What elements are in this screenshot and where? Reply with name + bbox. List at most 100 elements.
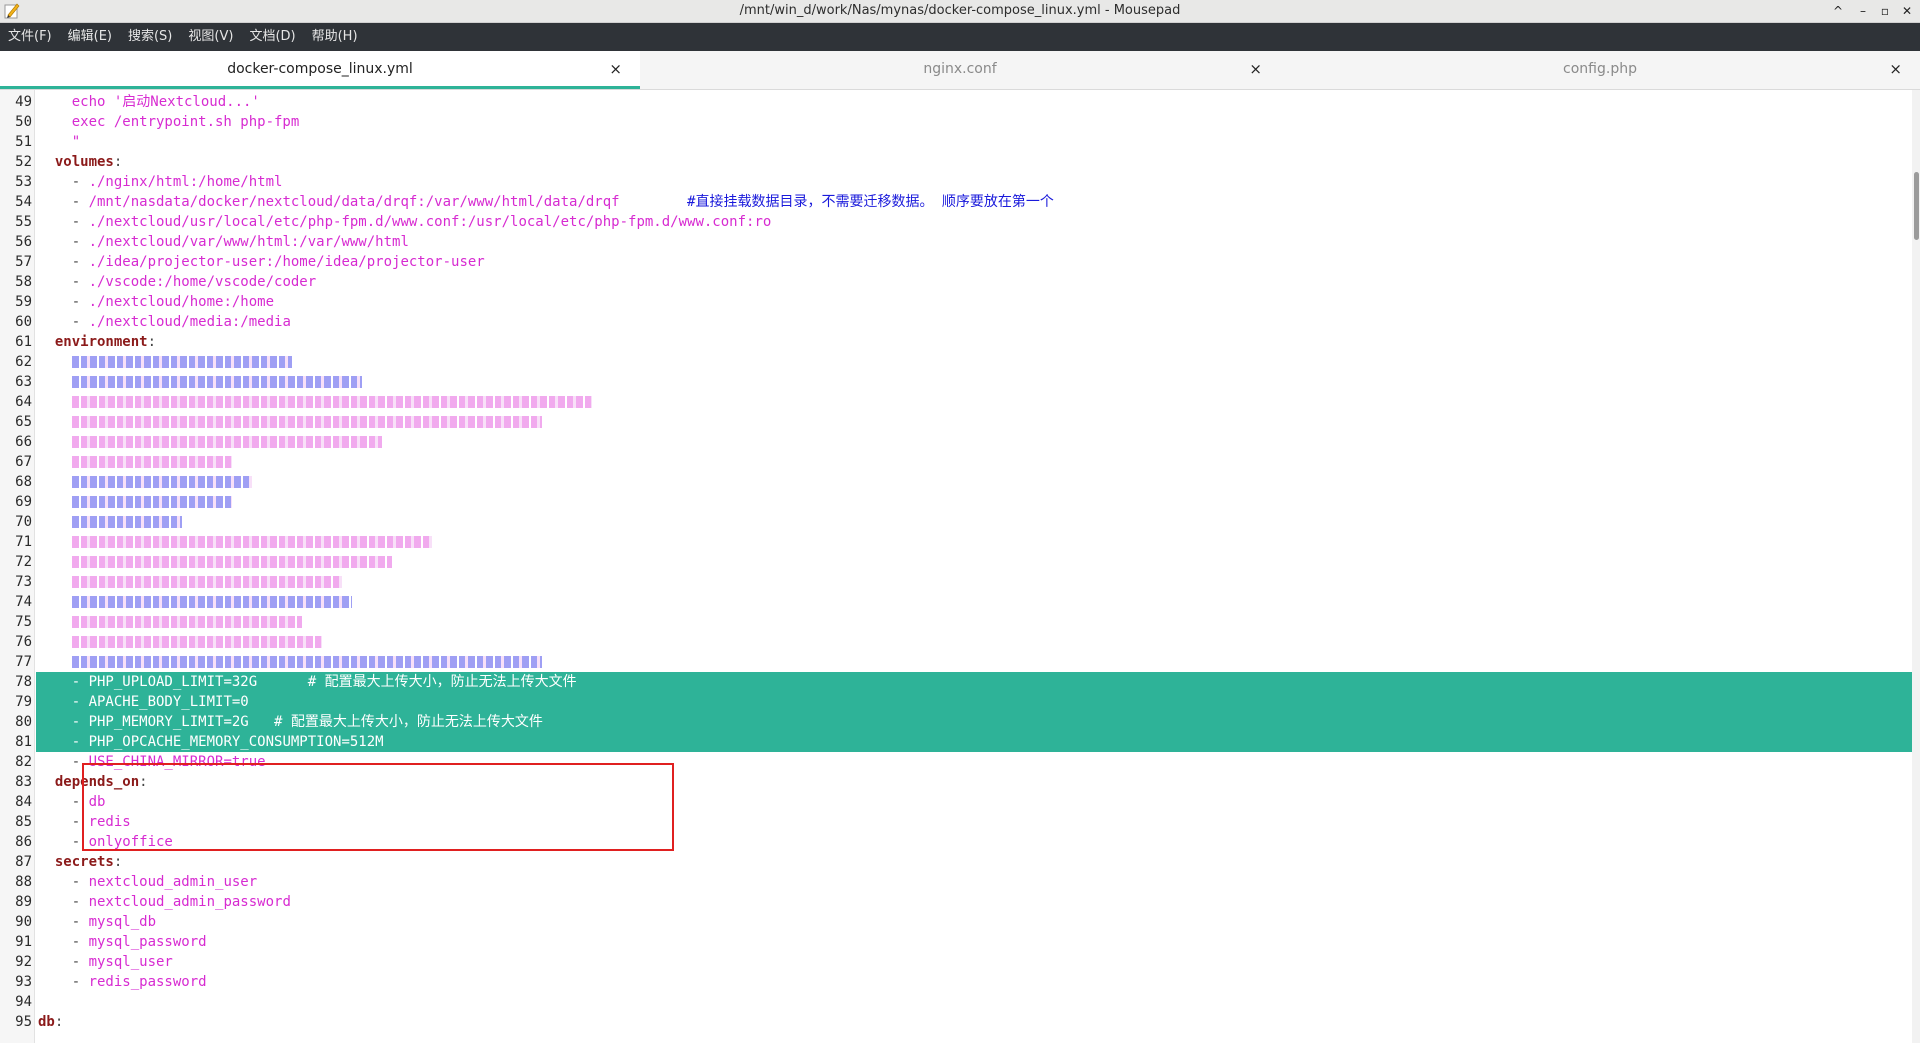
- code-line[interactable]: 80 - PHP_MEMORY_LIMIT=2G # 配置最大上传大小，防止无法…: [15, 712, 1912, 732]
- code-line[interactable]: 71: [0, 532, 1912, 552]
- token: mysql_db: [88, 914, 157, 930]
- code-line[interactable]: 84 - db: [0, 792, 1912, 812]
- code-line[interactable]: 69: [0, 492, 1912, 512]
- redacted-text: [71, 376, 362, 388]
- code-line[interactable]: 50 exec /entrypoint.sh php-fpm: [0, 112, 1912, 132]
- code-line[interactable]: 92 - mysql_user: [0, 952, 1912, 972]
- line-content: - ./vscode:/home/vscode/coder: [38, 272, 316, 292]
- code-line[interactable]: 85 - redis: [0, 812, 1912, 832]
- line-content: - /mnt/nasdata/docker/nextcloud/data/drq…: [38, 192, 1054, 212]
- redacted-text: [71, 456, 232, 468]
- token: -: [38, 914, 89, 930]
- menu-view[interactable]: 视图(V): [180, 23, 241, 51]
- line-number: 72: [15, 554, 32, 570]
- code-line[interactable]: 64: [0, 392, 1912, 412]
- minimize-button[interactable]: ^: [1828, 1, 1848, 21]
- code-line[interactable]: 81 - PHP_OPCACHE_MEMORY_CONSUMPTION=512M: [15, 732, 1912, 752]
- code-line[interactable]: 94: [0, 992, 1912, 1012]
- code-line[interactable]: 91 - mysql_password: [0, 932, 1912, 952]
- code-line[interactable]: 59 - ./nextcloud/home:/home: [0, 292, 1912, 312]
- line-number: 73: [15, 574, 32, 590]
- tab-close-icon[interactable]: ×: [609, 60, 622, 78]
- line-number: 64: [15, 394, 32, 410]
- line-number: 92: [15, 954, 32, 970]
- code-line[interactable]: 90 - mysql_db: [0, 912, 1912, 932]
- code-line[interactable]: 77: [0, 652, 1912, 672]
- token: db: [88, 794, 106, 810]
- scrollbar-thumb[interactable]: [1914, 172, 1919, 240]
- code-line[interactable]: 56 - ./nextcloud/var/www/html:/var/www/h…: [0, 232, 1912, 252]
- code-line[interactable]: 49 echo '启动Nextcloud...': [0, 92, 1912, 112]
- tab-close-icon[interactable]: ×: [1889, 60, 1902, 78]
- code-line[interactable]: 62: [0, 352, 1912, 372]
- code-line[interactable]: 55 - ./nextcloud/usr/local/etc/php-fpm.d…: [0, 212, 1912, 232]
- code-line[interactable]: 67: [0, 452, 1912, 472]
- line-number: 81: [15, 734, 32, 750]
- code-line[interactable]: 58 - ./vscode:/home/vscode/coder: [0, 272, 1912, 292]
- tab-nginx-conf[interactable]: nginx.conf ×: [640, 51, 1280, 89]
- restore-button[interactable]: ▫: [1875, 1, 1895, 21]
- code-line[interactable]: 54 - /mnt/nasdata/docker/nextcloud/data/…: [0, 192, 1912, 212]
- line-content: - nextcloud_admin_password: [38, 892, 291, 912]
- token: -: [38, 194, 89, 210]
- code-line[interactable]: 78 - PHP_UPLOAD_LIMIT=32G # 配置最大上传大小，防止无…: [15, 672, 1912, 692]
- text-editor[interactable]: 49 echo '启动Nextcloud...' 50 exec /entrypo…: [0, 90, 1920, 1043]
- code-line[interactable]: 89 - nextcloud_admin_password: [0, 892, 1912, 912]
- menu-help[interactable]: 帮助(H): [304, 23, 366, 51]
- line-number: 71: [15, 534, 32, 550]
- tab-close-icon[interactable]: ×: [1249, 60, 1262, 78]
- code-line[interactable]: 65: [0, 412, 1912, 432]
- code-line[interactable]: 63: [0, 372, 1912, 392]
- close-window-button[interactable]: ✕: [1897, 1, 1917, 21]
- code-line[interactable]: 87 secrets:: [0, 852, 1912, 872]
- code-line[interactable]: 79 - APACHE_BODY_LIMIT=0: [15, 692, 1912, 712]
- maximize-button[interactable]: –: [1853, 1, 1873, 21]
- token: secrets: [54, 854, 114, 870]
- code-line[interactable]: 73: [0, 572, 1912, 592]
- menu-edit[interactable]: 编辑(E): [60, 23, 120, 51]
- token: exec /entrypoint.sh php-fpm: [71, 114, 300, 130]
- code-line[interactable]: 52 volumes:: [0, 152, 1912, 172]
- code-line[interactable]: 68: [0, 472, 1912, 492]
- code-line[interactable]: 74: [0, 592, 1912, 612]
- line-content: - ./nextcloud/usr/local/etc/php-fpm.d/ww…: [38, 212, 772, 232]
- code-line[interactable]: 51 ": [0, 132, 1912, 152]
- line-content: - mysql_db: [38, 912, 156, 932]
- line-number: 84: [15, 794, 32, 810]
- code-line[interactable]: 75: [0, 612, 1912, 632]
- line-content: [38, 632, 322, 652]
- menu-search[interactable]: 搜索(S): [120, 23, 180, 51]
- code-line[interactable]: 86 - onlyoffice: [0, 832, 1912, 852]
- line-content: [38, 592, 352, 612]
- redacted-text: [71, 416, 542, 428]
- line-content: - redis: [38, 812, 131, 832]
- menu-file[interactable]: 文件(F): [0, 23, 60, 51]
- code-line[interactable]: 70: [0, 512, 1912, 532]
- code-line[interactable]: 76: [0, 632, 1912, 652]
- code-line[interactable]: 95 db:: [0, 1012, 1912, 1032]
- redacted-text: [71, 396, 592, 408]
- tab-label: nginx.conf: [923, 61, 997, 77]
- code-line[interactable]: 53 - ./nginx/html:/home/html: [0, 172, 1912, 192]
- menu-document[interactable]: 文档(D): [241, 23, 303, 51]
- code-line[interactable]: 83 depends_on:: [0, 772, 1912, 792]
- token: -: [38, 754, 89, 770]
- token: environment: [54, 334, 148, 350]
- code-line[interactable]: 82 - USE_CHINA_MIRROR=true: [0, 752, 1912, 772]
- token: ./nextcloud/usr/local/etc/php-fpm.d/www.…: [88, 214, 772, 230]
- line-number: 80: [15, 714, 32, 730]
- code-line[interactable]: 93 - redis_password: [0, 972, 1912, 992]
- tab-docker-compose[interactable]: docker-compose_linux.yml ×: [0, 51, 640, 89]
- line-content: [38, 532, 432, 552]
- code-line[interactable]: 66: [0, 432, 1912, 452]
- code-line[interactable]: 57 - ./idea/projector-user:/home/idea/pr…: [0, 252, 1912, 272]
- vertical-scrollbar[interactable]: [1912, 90, 1920, 1043]
- tab-config-php[interactable]: config.php ×: [1280, 51, 1920, 89]
- code-line[interactable]: 88 - nextcloud_admin_user: [0, 872, 1912, 892]
- code-line[interactable]: 72: [0, 552, 1912, 572]
- code-line[interactable]: 60 - ./nextcloud/media:/media: [0, 312, 1912, 332]
- code-line[interactable]: 61 environment:: [0, 332, 1912, 352]
